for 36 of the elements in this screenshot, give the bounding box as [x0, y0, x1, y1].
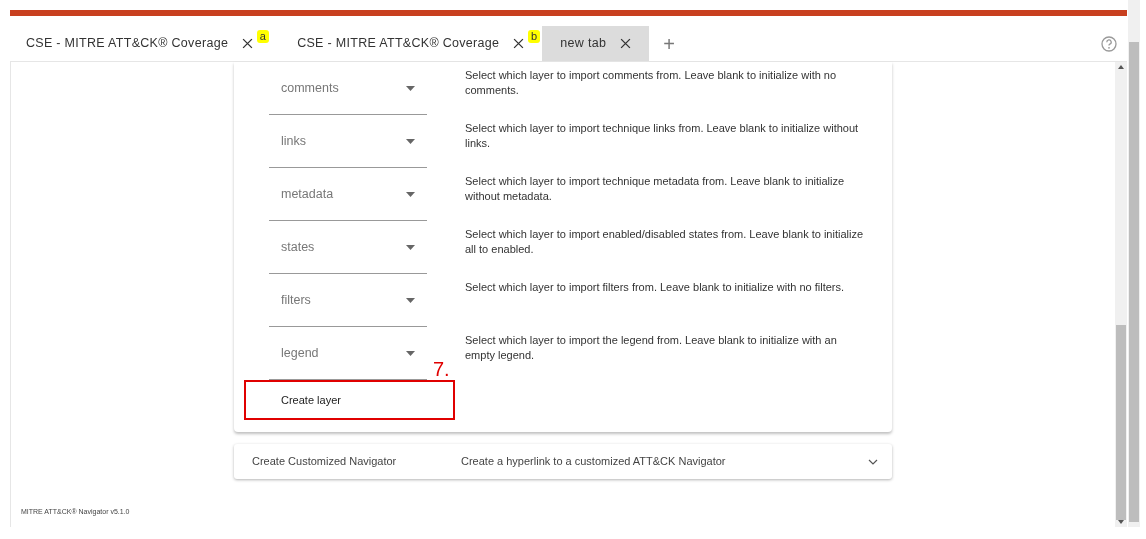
dropdown-caret-icon: [406, 297, 415, 303]
field-description: Select which layer to import technique links from. Leave blank to initialize without links.: [465, 121, 860, 151]
field-description: Select which layer to import comments from. Leave blank to initialize with no comments.: [465, 68, 838, 98]
chevron-down-icon[interactable]: [868, 458, 878, 465]
select-field[interactable]: links: [269, 115, 427, 168]
step-annotation: 7.: [433, 358, 450, 380]
dropdown-caret-icon: [406, 350, 415, 356]
select-field[interactable]: filters: [269, 274, 427, 327]
field-description: Select which layer to import filters from. Leave blank to initialize with no filters.: [465, 280, 846, 295]
dropdown-caret-icon: [406, 244, 415, 250]
field-description: Select which layer to import enabled/disabled states from. Leave blank to initialize all to enabled.: [465, 227, 865, 257]
scrollbar[interactable]: [1115, 62, 1127, 527]
dropdown-caret-icon: [406, 138, 415, 144]
select-field[interactable]: comments: [269, 62, 427, 115]
select-field[interactable]: states: [269, 221, 427, 274]
badge-note: a: [256, 30, 270, 43]
dropdown-caret-icon: [406, 85, 415, 91]
expansion-panel[interactable]: Create Customized Navigator Create a hyperlink to a customized ATT&CK Navigator: [234, 444, 892, 479]
page-scrollbar[interactable]: [1128, 0, 1140, 527]
dropdown-caret-icon: [406, 191, 415, 197]
panel-title: Create Customized Navigator: [252, 454, 398, 470]
add-tab-button[interactable]: +: [649, 26, 689, 61]
close-icon[interactable]: [242, 38, 254, 49]
close-icon[interactable]: [620, 38, 632, 49]
close-icon[interactable]: [513, 38, 525, 49]
scroll-up-icon[interactable]: [1118, 65, 1124, 69]
field-description: Select which layer to import technique metadata from. Leave blank to initialize without metadata.: [465, 174, 846, 204]
badge-note: b: [527, 30, 541, 43]
panel-description: Create a hyperlink to a customized ATT&CK Navigator: [461, 454, 726, 470]
tab[interactable]: CSE - MITRE ATT&CK® Coverage b: [279, 26, 543, 61]
field-description: Select which layer to import the legend from. Leave blank to initialize with an empty legend.: [465, 333, 838, 363]
tab[interactable]: CSE - MITRE ATT&CK® Coverage a: [10, 26, 272, 61]
create-layer-button[interactable]: Create layer: [244, 380, 455, 420]
tab[interactable]: new tab: [542, 26, 650, 61]
select-field[interactable]: metadata: [269, 168, 427, 221]
help-icon[interactable]: [1101, 35, 1117, 52]
